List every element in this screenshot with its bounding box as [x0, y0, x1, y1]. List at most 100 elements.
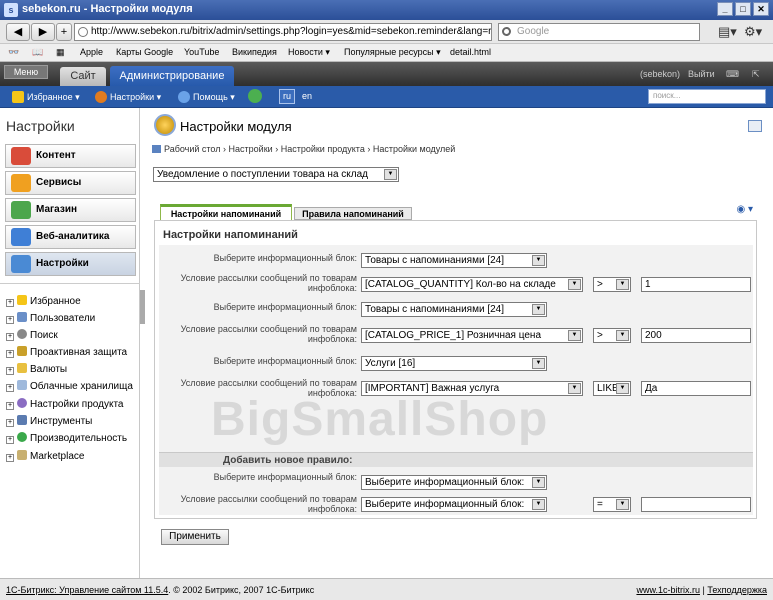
search-icon [17, 329, 27, 339]
menu-shop-button[interactable]: Магазин [5, 198, 136, 222]
tree-item-favorites[interactable]: + Избранное [6, 295, 81, 307]
tree-item-search[interactable]: + Поиск [6, 329, 58, 341]
refresh-arrows-icon [248, 89, 262, 103]
grid-icon[interactable]: ▦ [56, 47, 65, 58]
rule3-operator-select[interactable]: LIKE ▼ [593, 381, 631, 396]
tree-item-users[interactable]: + Пользователи [6, 312, 95, 324]
rule1-operator-select[interactable]: > ▼ [593, 277, 631, 292]
expand-icon[interactable]: + [6, 367, 14, 375]
menu-content-label: Контент [36, 150, 76, 161]
tree-item-performance[interactable]: + Производительность [6, 432, 127, 444]
rule1-block-select[interactable]: Товары с напоминаниями [24] ▼ [361, 253, 547, 268]
expand-icon[interactable]: ⇱ [752, 69, 760, 80]
user-name[interactable]: (sebekon) [640, 69, 680, 79]
bookmark-popular[interactable]: Популярные ресурсы ▾ [344, 47, 441, 58]
menu-settings-button[interactable]: Настройки [5, 252, 136, 276]
tab-reminder-settings[interactable]: Настройки напоминаний [160, 204, 292, 220]
expand-icon[interactable]: + [6, 299, 14, 307]
help-menu[interactable]: Помощь ▾ [178, 91, 235, 103]
admin-search-input[interactable]: поиск... [648, 89, 766, 104]
footer-site-link[interactable]: www.1c-bitrix.ru [636, 585, 700, 595]
breadcrumb-desktop[interactable]: Рабочий стол [164, 144, 221, 154]
rule1-value-input[interactable]: 1 [641, 277, 751, 292]
rule3-property-select[interactable]: [IMPORTANT] Важная услуга ▼ [361, 381, 583, 396]
bookmark-apple[interactable]: Apple [80, 47, 103, 57]
breadcrumb-product-settings[interactable]: Настройки продукта [281, 144, 365, 154]
rule1-property-select[interactable]: [CATALOG_QUANTITY] Кол-во на складе ▼ [361, 277, 583, 292]
tab-options-icon[interactable]: ◉ ▾ [736, 204, 753, 215]
new-tab-button[interactable]: + [56, 23, 72, 41]
tab-reminder-rules[interactable]: Правила напоминаний [294, 207, 412, 220]
panel-resize-handle[interactable] [140, 290, 145, 324]
minimize-button[interactable]: _ [717, 2, 733, 16]
cond-label-line2: инфоблока: [307, 334, 357, 344]
menu-content-button[interactable]: Контент [5, 144, 136, 168]
expand-icon[interactable]: + [6, 402, 14, 410]
tree-item-currencies[interactable]: + Валюты [6, 363, 67, 375]
tab-admin[interactable]: Администрирование [110, 66, 234, 86]
url-input[interactable]: http://www.sebekon.ru/bitrix/admin/setti… [74, 23, 492, 41]
breadcrumb-separator: › [275, 144, 279, 154]
breadcrumb-settings[interactable]: Настройки [229, 144, 273, 154]
close-window-button[interactable]: ✕ [753, 2, 769, 16]
new-rule-value-input[interactable] [641, 497, 751, 512]
reading-glasses-icon[interactable]: 👓 [8, 47, 19, 58]
bookmark-wikipedia[interactable]: Википедия [232, 47, 277, 57]
footer-links: www.1c-bitrix.ru | Техподдержка [636, 585, 767, 595]
bookmark-detail[interactable]: detail.html [450, 47, 491, 57]
maximize-button[interactable]: □ [735, 2, 751, 16]
chevron-down-icon: ▼ [532, 477, 545, 488]
favorites-menu[interactable]: Избранное ▾ [12, 91, 80, 103]
tree-item-marketplace[interactable]: + Marketplace [6, 450, 84, 462]
menu-toggle[interactable]: Меню [4, 65, 48, 79]
tree-item-product-settings[interactable]: + Настройки продукта [6, 398, 123, 410]
rule2-operator-select[interactable]: > ▼ [593, 328, 631, 343]
settings-menu[interactable]: Настройки ▾ [95, 91, 161, 103]
expand-icon[interactable]: + [6, 384, 14, 392]
chevron-down-icon: ▼ [532, 358, 545, 369]
rule3-value-input[interactable]: Да [641, 381, 751, 396]
expand-icon[interactable]: + [6, 316, 14, 324]
module-select[interactable]: Уведомление о поступлении товара на скла… [153, 167, 399, 182]
rule2-value-input[interactable]: 200 [641, 328, 751, 343]
forward-button[interactable]: ▶ [31, 23, 55, 41]
expand-icon[interactable]: + [6, 350, 14, 358]
refresh-icon[interactable] [248, 89, 265, 103]
footer-product-link[interactable]: 1С-Битрикс: Управление сайтом 11.5.4 [6, 585, 168, 595]
menu-services-button[interactable]: Сервисы [5, 171, 136, 195]
browser-search-input[interactable]: Google [498, 23, 700, 41]
bookmark-google-maps[interactable]: Карты Google [116, 47, 173, 57]
page-menu-icon[interactable]: ▤▾ [718, 24, 737, 40]
menu-analytics-button[interactable]: Веб-аналитика [5, 225, 136, 249]
keyboard-icon[interactable]: ⌨ [726, 69, 739, 80]
tree-item-security[interactable]: + Проактивная защита [6, 346, 127, 358]
bookmark-youtube[interactable]: YouTube [184, 47, 219, 57]
footer-support-link[interactable]: Техподдержка [707, 585, 767, 595]
bookmarks-book-icon[interactable]: 📖 [32, 47, 43, 58]
footer: 1С-Битрикс: Управление сайтом 11.5.4. © … [0, 578, 773, 600]
lang-ru[interactable]: ru [279, 89, 295, 104]
tab-site[interactable]: Сайт [60, 67, 106, 86]
new-rule-operator-select[interactable]: = ▼ [593, 497, 631, 512]
menu-settings-label: Настройки [36, 258, 89, 269]
expand-icon[interactable]: + [6, 333, 14, 341]
chevron-down-icon: ▼ [568, 279, 581, 290]
gear-icon[interactable]: ⚙▾ [744, 24, 762, 40]
breadcrumb-module-settings[interactable]: Настройки модулей [373, 144, 455, 154]
new-rule-property-select[interactable]: Выберите информационный блок: ▼ [361, 497, 547, 512]
tree-item-tools[interactable]: + Инструменты [6, 415, 92, 427]
expand-icon[interactable]: + [6, 454, 14, 462]
rule3-block-select[interactable]: Услуги [16] ▼ [361, 356, 547, 371]
new-rule-block-select[interactable]: Выберите информационный блок: ▼ [361, 475, 547, 490]
bookmark-news[interactable]: Новости ▾ [288, 47, 330, 58]
expand-icon[interactable]: + [6, 436, 14, 444]
logout-link[interactable]: Выйти [688, 69, 715, 79]
lang-en[interactable]: en [302, 91, 312, 101]
expand-icon[interactable]: + [6, 419, 14, 427]
rule2-block-select[interactable]: Товары с напоминаниями [24] ▼ [361, 302, 547, 317]
tree-item-cloud[interactable]: + Облачные хранилища [6, 380, 133, 392]
back-button[interactable]: ◀ [6, 23, 30, 41]
print-icon[interactable] [748, 120, 762, 132]
rule2-property-select[interactable]: [CATALOG_PRICE_1] Розничная цена ▼ [361, 328, 583, 343]
apply-button[interactable]: Применить [161, 529, 229, 545]
